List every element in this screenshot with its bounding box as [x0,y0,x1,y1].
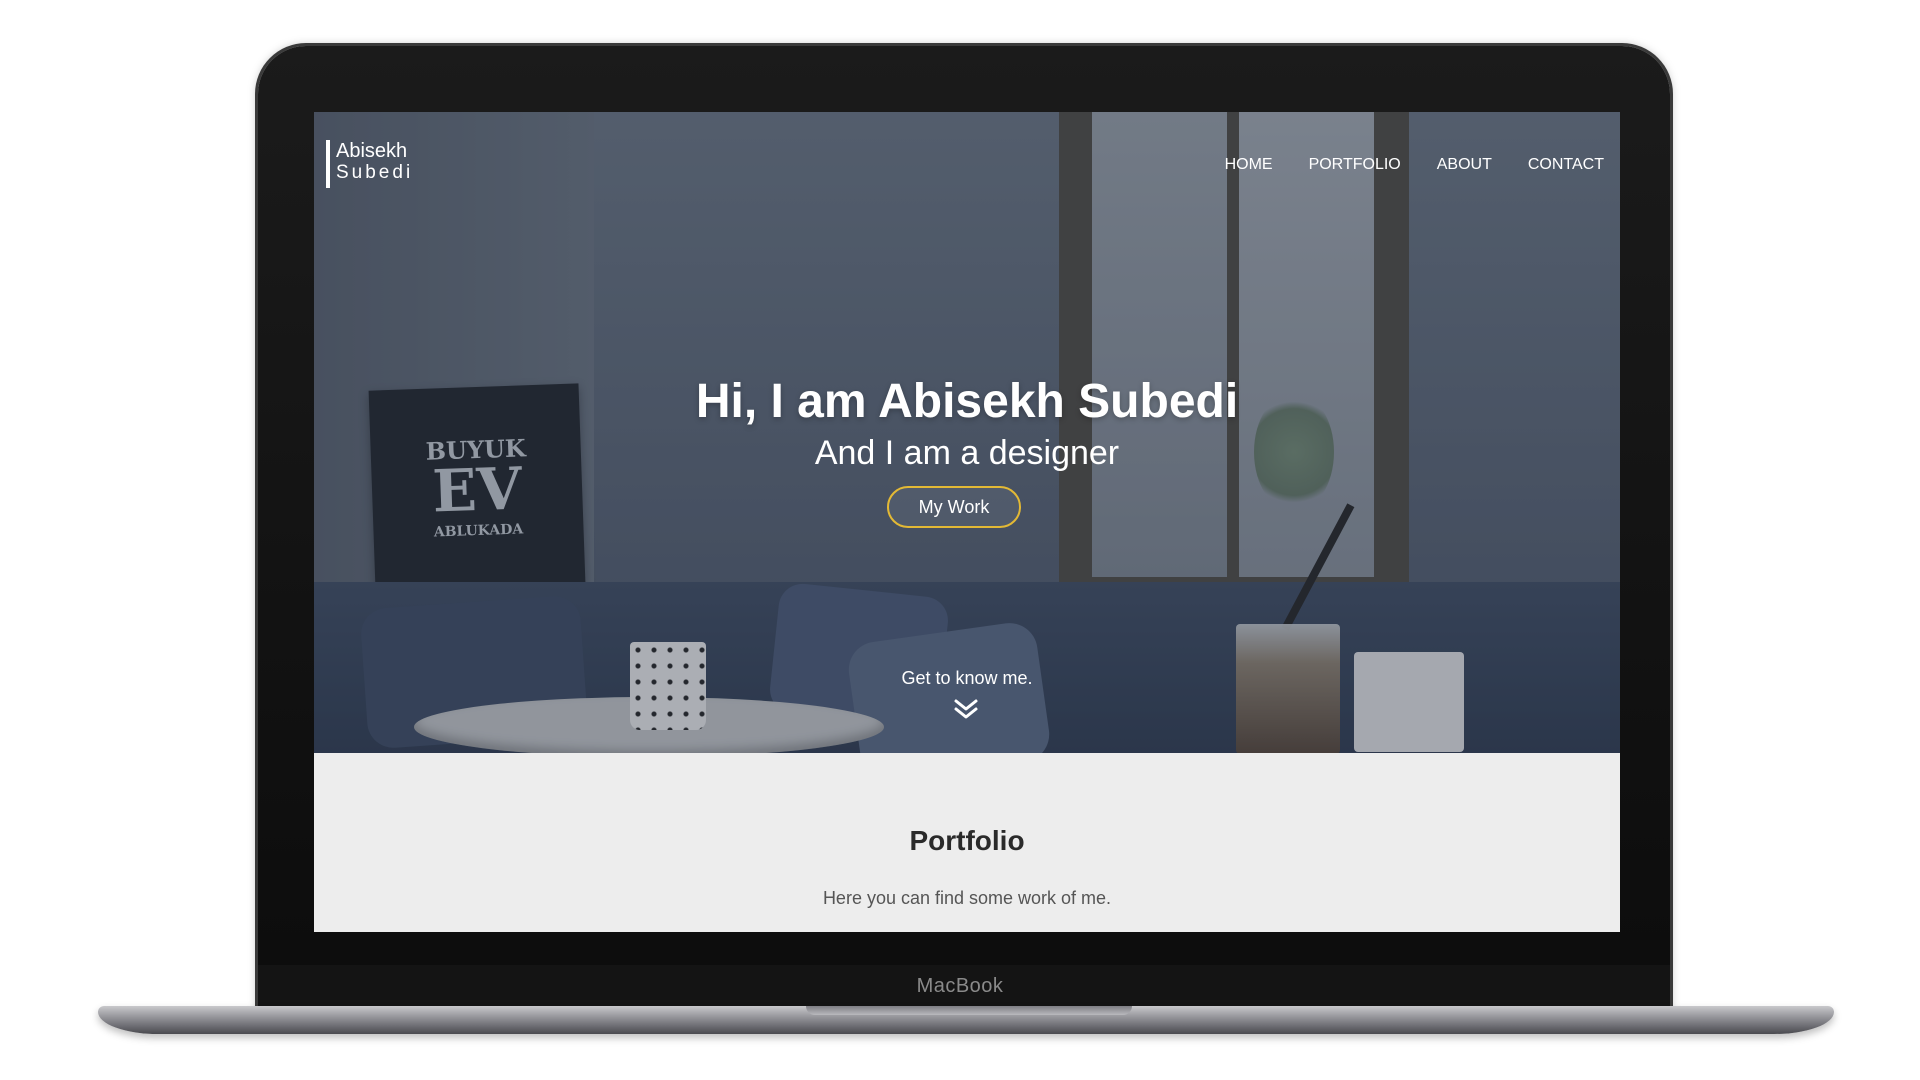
portfolio-description: Here you can find some work of me. [822,888,1112,908]
hero-overlay [314,112,1620,753]
logo-first-name: Abisekh [336,140,408,162]
device-brand-label: MacBook [916,975,1004,997]
double-chevron-down-icon[interactable] [952,698,980,720]
logo-last-name: Subedi [336,162,414,183]
laptop-hinge-notch [806,1006,1132,1015]
screen: BUYUK EV ABLUKADA Abisekh Subedi HOME PO… [314,112,1620,932]
main-nav: HOME PORTFOLIO ABOUT CONTACT [1225,156,1604,174]
nav-about[interactable]: ABOUT [1437,156,1492,174]
my-work-button[interactable]: My Work [887,486,1021,528]
nav-contact[interactable]: CONTACT [1528,156,1604,174]
nav-home[interactable]: HOME [1225,156,1273,174]
get-to-know-me-link[interactable]: Get to know me. [314,668,1620,689]
hero-title: Hi, I am Abisekh Subedi [695,375,1239,428]
portfolio-section: Portfolio Here you can find some work of… [314,753,1620,932]
hero-section: BUYUK EV ABLUKADA Abisekh Subedi HOME PO… [314,112,1620,753]
laptop-mockup: MacBook BUYUK EV ABLUKADA Abisekh Subedi… [0,0,1920,1080]
site-logo[interactable]: Abisekh Subedi [326,140,413,188]
hero-subtitle: And I am a designer [814,434,1120,472]
portfolio-title: Portfolio [909,825,1025,856]
nav-portfolio[interactable]: PORTFOLIO [1309,156,1401,174]
